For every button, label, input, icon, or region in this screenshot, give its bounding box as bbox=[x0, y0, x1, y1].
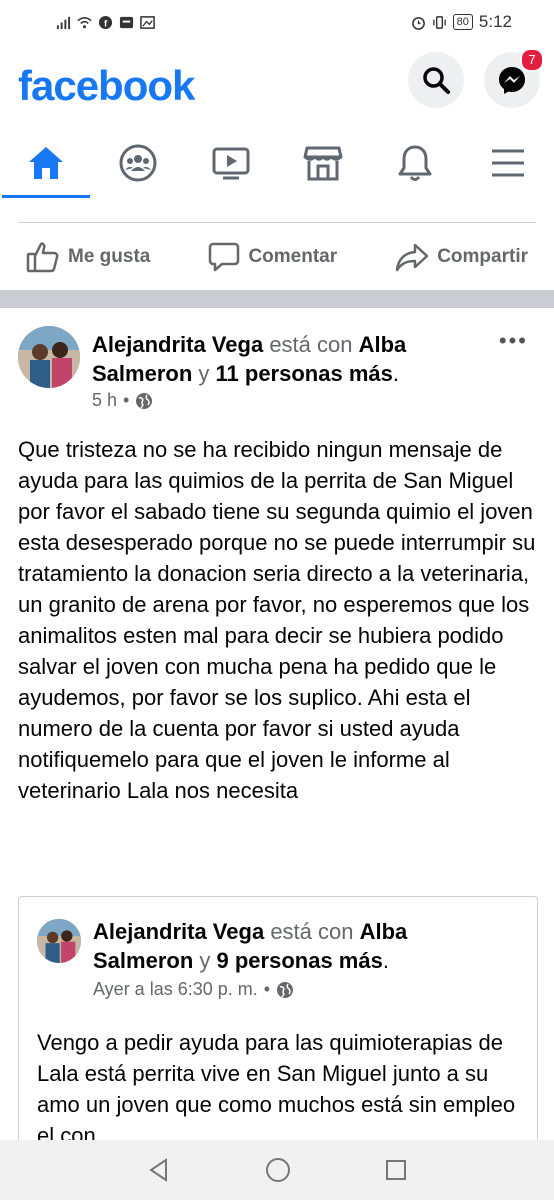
more-options-button[interactable]: ••• bbox=[499, 328, 528, 354]
alarm-icon bbox=[411, 16, 425, 30]
recents-icon[interactable] bbox=[384, 1158, 408, 1182]
shared-avatar-image bbox=[37, 919, 81, 963]
tab-marketplace[interactable] bbox=[283, 128, 363, 198]
shared-meta: Ayer a las 6:30 p. m. • bbox=[93, 979, 294, 1000]
main-tab-bar bbox=[0, 128, 554, 198]
post-text: Que tristeza no se ha recibido ningun me… bbox=[18, 437, 536, 803]
thumbs-up-icon bbox=[26, 242, 59, 273]
post-time[interactable]: 5 h bbox=[92, 390, 117, 411]
menu-icon bbox=[491, 149, 524, 177]
post-meta: 5 h • bbox=[92, 390, 153, 411]
home-icon bbox=[29, 147, 64, 179]
comment-button[interactable]: Comentar bbox=[208, 241, 337, 273]
like-button[interactable]: Me gusta bbox=[26, 241, 150, 273]
avatar-image bbox=[18, 326, 80, 388]
shared-post-text: Vengo a pedir ayuda para las quimioterap… bbox=[37, 1030, 516, 1148]
message-notification-icon bbox=[119, 16, 134, 28]
tab-watch[interactable] bbox=[191, 128, 271, 198]
messenger-badge: 7 bbox=[520, 48, 544, 72]
tab-menu[interactable] bbox=[468, 128, 548, 198]
facebook-notification-icon: f bbox=[98, 15, 113, 29]
shared-author-line: Alejandrita Vega está con Alba Salmeron … bbox=[93, 919, 408, 973]
status-bar: f 80 5:12 bbox=[0, 0, 554, 44]
divider bbox=[18, 222, 536, 223]
gallery-notification-icon bbox=[140, 15, 155, 29]
back-icon[interactable] bbox=[146, 1157, 172, 1183]
search-icon bbox=[423, 67, 450, 94]
post-author-line: Alejandrita Vega está con Alba Salmeron … bbox=[92, 332, 407, 386]
tab-notifications[interactable] bbox=[375, 128, 455, 198]
bell-icon bbox=[398, 145, 432, 181]
share-icon bbox=[395, 243, 429, 272]
wifi-icon bbox=[77, 16, 92, 28]
tab-groups[interactable] bbox=[98, 128, 178, 198]
tab-home[interactable] bbox=[2, 128, 91, 198]
groups-icon bbox=[119, 144, 157, 182]
shared-post[interactable]: Alejandrita Vega está con Alba Salmeron … bbox=[18, 896, 538, 1157]
system-nav-bar bbox=[0, 1140, 554, 1200]
avatar[interactable] bbox=[18, 326, 80, 388]
battery-indicator: 80 bbox=[452, 14, 473, 30]
share-label: Compartir bbox=[437, 246, 528, 267]
watch-icon bbox=[212, 147, 250, 180]
globe-icon bbox=[277, 981, 294, 998]
vibrate-icon bbox=[432, 15, 446, 29]
like-label: Me gusta bbox=[68, 246, 151, 267]
signal-icon bbox=[56, 16, 71, 29]
search-button[interactable] bbox=[408, 52, 464, 108]
author-name[interactable]: Alejandrita Vega bbox=[92, 332, 263, 357]
and-text: y bbox=[198, 361, 210, 386]
app-header: facebook 7 bbox=[0, 48, 554, 122]
shared-avatar[interactable] bbox=[37, 919, 81, 963]
feed-separator bbox=[0, 290, 554, 308]
shared-with-text: está con bbox=[270, 919, 354, 944]
share-button[interactable]: Compartir bbox=[395, 242, 528, 272]
post-action-bar: Me gusta Comentar Compartir bbox=[0, 230, 554, 284]
status-icons-right: 80 5:12 bbox=[411, 12, 512, 32]
shared-and-text: y bbox=[199, 948, 211, 973]
status-icons-left: f bbox=[56, 15, 155, 30]
comment-label: Comentar bbox=[248, 246, 338, 267]
facebook-logo[interactable]: facebook bbox=[18, 62, 195, 110]
shared-time[interactable]: Ayer a las 6:30 p. m. bbox=[93, 979, 258, 1000]
with-text: está con bbox=[269, 332, 353, 357]
comment-icon bbox=[209, 242, 240, 272]
marketplace-icon bbox=[303, 146, 343, 181]
home-circle-icon[interactable] bbox=[265, 1157, 291, 1183]
shared-author-name[interactable]: Alejandrita Vega bbox=[93, 919, 264, 944]
tagged-others[interactable]: 11 personas más bbox=[216, 361, 393, 386]
clock: 5:12 bbox=[478, 12, 512, 31]
globe-icon bbox=[136, 392, 153, 409]
shared-tagged-others[interactable]: 9 personas más bbox=[217, 948, 383, 973]
messenger-button[interactable]: 7 bbox=[484, 48, 544, 108]
